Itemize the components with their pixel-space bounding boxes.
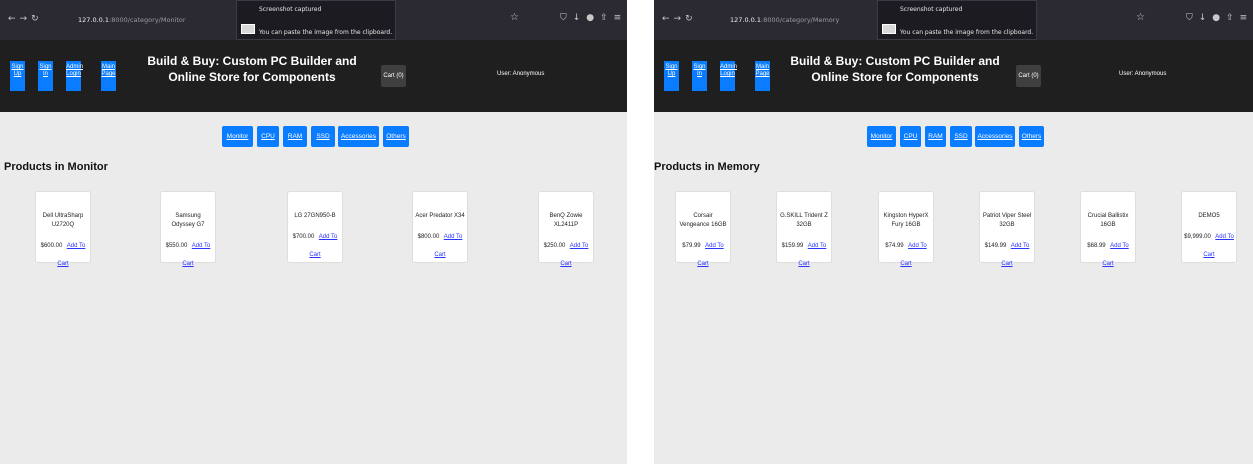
product-price: $250.00: [543, 243, 566, 249]
browser-extension-icons[interactable]: ⛉↓●⇧≡: [560, 13, 627, 23]
category-monitor-button[interactable]: Monitor: [867, 126, 896, 147]
sign-in-button[interactable]: Sign In: [38, 61, 53, 91]
product-card: Crucial Ballistix 16GB $68.99 Add To Car…: [1080, 191, 1136, 267]
product-name: Corsair Vengeance 16GB: [679, 213, 727, 228]
product-price: $9,999.00: [1184, 234, 1211, 240]
product-name: LG 27GN950-B: [294, 213, 336, 219]
sign-in-button[interactable]: Sign In: [692, 61, 707, 91]
product-card: Acer Predator X34 $800.00 Add To Cart: [412, 191, 468, 263]
toast-body: You can paste the image from the clipboa…: [259, 29, 393, 36]
category-others-button[interactable]: Others: [383, 126, 409, 147]
category-accessories-button[interactable]: Accessories: [975, 126, 1015, 147]
site-header: Sign Up Sign In Admin Login Main Page Bu…: [0, 40, 627, 112]
add-to-cart-link[interactable]: Add To Cart: [182, 243, 210, 267]
product-card: Corsair Vengeance 16GB $79.99 Add To Car…: [675, 191, 731, 267]
site-title: Build & Buy: Custom PC Builder and Onlin…: [790, 54, 1000, 84]
product-name: Kingston HyperX Fury 16GB: [883, 213, 929, 228]
add-to-cart-link[interactable]: Add To Cart: [697, 243, 723, 267]
product-name: DEMO5: [1198, 213, 1220, 219]
toast-title: Screenshot captured: [900, 6, 963, 13]
add-to-cart-link[interactable]: Add To Cart: [560, 243, 588, 267]
user-label: User: Anonymous: [497, 71, 545, 77]
category-ram-button[interactable]: RAM: [283, 126, 307, 147]
category-cpu-button[interactable]: CPU: [900, 126, 921, 147]
category-ram-button[interactable]: RAM: [925, 126, 946, 147]
category-ssd-button[interactable]: SSD: [311, 126, 335, 147]
product-name: Dell UltraSharp U2720Q: [42, 213, 84, 228]
browser-extension-icons[interactable]: ⛉↓●⇧≡: [1186, 13, 1253, 23]
browser-nav-icons[interactable]: ←→↻: [662, 14, 697, 24]
product-price: $700.00: [292, 234, 315, 240]
category-others-button[interactable]: Others: [1019, 126, 1044, 147]
product-card: G.SKILL Trident Z 32GB $159.99 Add To Ca…: [776, 191, 832, 267]
add-to-cart-link[interactable]: Add To Cart: [798, 243, 826, 267]
sign-up-button[interactable]: Sign Up: [10, 61, 25, 91]
product-name: G.SKILL Trident Z 32GB: [780, 213, 828, 228]
product-price: $68.99: [1087, 243, 1106, 249]
url-path: :8000/category/Memory: [761, 16, 840, 24]
main-page-button[interactable]: Main Page: [101, 61, 116, 91]
admin-login-button[interactable]: Admin Login: [66, 61, 83, 91]
site-header: Sign Up Sign In Admin Login Main Page Bu…: [654, 40, 1253, 112]
add-to-cart-link[interactable]: Add To Cart: [1102, 243, 1128, 267]
category-cpu-button[interactable]: CPU: [257, 126, 279, 147]
product-name: Samsung Odyssey G7: [171, 213, 205, 228]
bookmark-star-icon[interactable]: ☆: [510, 12, 519, 23]
product-card: LG 27GN950-B $700.00 Add To Cart: [287, 191, 343, 263]
section-title: Products in Monitor: [4, 161, 108, 173]
category-accessories-button[interactable]: Accessories: [338, 126, 379, 147]
product-price: $79.99: [682, 243, 701, 249]
product-name: Patriot Viper Steel 32GB: [982, 213, 1032, 228]
browser-window-monitor: ←→↻ 127.0.0.1:8000/category/Monitor ☆ ⛉↓…: [0, 0, 627, 464]
add-to-cart-link[interactable]: Add To Cart: [309, 234, 337, 258]
section-title: Products in Memory: [654, 161, 760, 173]
add-to-cart-link[interactable]: Add To Cart: [1001, 243, 1029, 267]
product-name: Acer Predator X34: [415, 213, 465, 219]
add-to-cart-link[interactable]: Add To Cart: [900, 243, 926, 267]
product-card: Samsung Odyssey G7 $550.00 Add To Cart: [160, 191, 216, 267]
browser-nav-icons[interactable]: ←→↻: [8, 14, 43, 24]
product-price: $800.00: [417, 234, 440, 240]
main-page-button[interactable]: Main Page: [755, 61, 770, 91]
cart-button[interactable]: Cart (0): [381, 65, 406, 87]
product-card: Patriot Viper Steel 32GB $149.99 Add To …: [979, 191, 1035, 267]
product-card: DEMO5 $9,999.00 Add To Cart: [1181, 191, 1237, 263]
url-host: 127.0.0.1: [78, 16, 110, 24]
product-card: Kingston HyperX Fury 16GB $74.99 Add To …: [878, 191, 934, 267]
browser-window-memory: ←→↻ 127.0.0.1:8000/category/Memory ☆ ⛉↓●…: [654, 0, 1253, 464]
sign-up-button[interactable]: Sign Up: [664, 61, 679, 91]
category-monitor-button[interactable]: Monitor: [222, 126, 253, 147]
screenshot-thumbnail-icon: [241, 24, 255, 34]
product-card: Dell UltraSharp U2720Q $600.00 Add To Ca…: [35, 191, 91, 267]
toast-body: You can paste the image from the clipboa…: [900, 29, 1034, 36]
add-to-cart-link[interactable]: Add To Cart: [434, 234, 462, 258]
add-to-cart-link[interactable]: Add To Cart: [57, 243, 85, 267]
product-price: $600.00: [40, 243, 63, 249]
toast-title: Screenshot captured: [259, 6, 322, 13]
url-host: 127.0.0.1: [730, 16, 762, 24]
product-name: Crucial Ballistix 16GB: [1087, 213, 1129, 228]
user-label: User: Anonymous: [1119, 71, 1167, 77]
screenshot-thumbnail-icon: [882, 24, 896, 34]
admin-login-button[interactable]: Admin Login: [720, 61, 737, 91]
product-price: $550.00: [165, 243, 188, 249]
category-ssd-button[interactable]: SSD: [950, 126, 972, 147]
product-price: $159.99: [781, 243, 804, 249]
product-price: $149.99: [984, 243, 1007, 249]
site-title: Build & Buy: Custom PC Builder and Onlin…: [147, 54, 357, 84]
url-bar[interactable]: 127.0.0.1:8000/category/Monitor: [78, 12, 250, 29]
screenshot-toast: Screenshot captured You can paste the im…: [877, 0, 1037, 40]
cart-button[interactable]: Cart (0): [1016, 65, 1041, 87]
product-card: BenQ Zowie XL2411P $250.00 Add To Cart: [538, 191, 594, 267]
bookmark-star-icon[interactable]: ☆: [1136, 12, 1145, 23]
product-name: BenQ Zowie XL2411P: [549, 213, 583, 228]
url-path: :8000/category/Monitor: [109, 16, 186, 24]
product-price: $74.99: [885, 243, 904, 249]
screenshot-toast: Screenshot captured You can paste the im…: [236, 0, 396, 40]
